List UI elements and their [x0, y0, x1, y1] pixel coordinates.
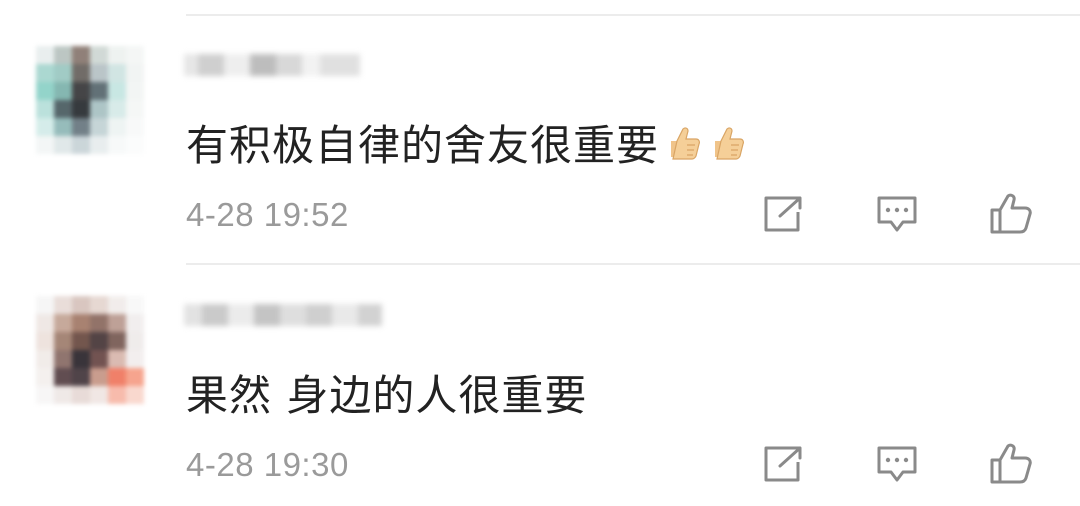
- like-button[interactable]: [985, 188, 1037, 240]
- share-button[interactable]: [757, 188, 809, 240]
- like-icon: [990, 193, 1032, 234]
- comment-body: 果然 身边的人很重要: [186, 371, 588, 420]
- comment-timestamp: 4-28 19:52: [186, 196, 349, 233]
- share-button[interactable]: [757, 438, 809, 490]
- comment-item: 有积极自律的舍友很重要 4-28 19:52: [0, 0, 1080, 250]
- comment-list: 有积极自律的舍友很重要 4-28 19:52 果然 身边的人很重要 4-28 1…: [0, 0, 1080, 506]
- reply-icon: [877, 196, 917, 232]
- thumbs-up-emoji-icon: [671, 126, 700, 160]
- like-button[interactable]: [985, 438, 1037, 490]
- username-redacted[interactable]: [184, 298, 382, 332]
- comment-body: 有积极自律的舍友很重要: [186, 121, 660, 170]
- reply-button[interactable]: [871, 188, 923, 240]
- reply-icon: [877, 446, 917, 482]
- reply-button[interactable]: [871, 438, 923, 490]
- comment-item: 果然 身边的人很重要 4-28 19:30: [0, 250, 1080, 500]
- comment-text: 有积极自律的舍友很重要: [186, 112, 747, 173]
- like-icon: [990, 443, 1032, 484]
- username-redacted[interactable]: [184, 48, 360, 82]
- thumbs-up-emoji-icon: [715, 126, 744, 160]
- avatar[interactable]: [36, 46, 144, 154]
- comment-timestamp: 4-28 19:30: [186, 446, 349, 483]
- avatar[interactable]: [36, 296, 144, 404]
- comment-text: 果然 身边的人很重要: [186, 362, 587, 423]
- share-icon: [764, 446, 802, 482]
- share-icon: [764, 196, 802, 232]
